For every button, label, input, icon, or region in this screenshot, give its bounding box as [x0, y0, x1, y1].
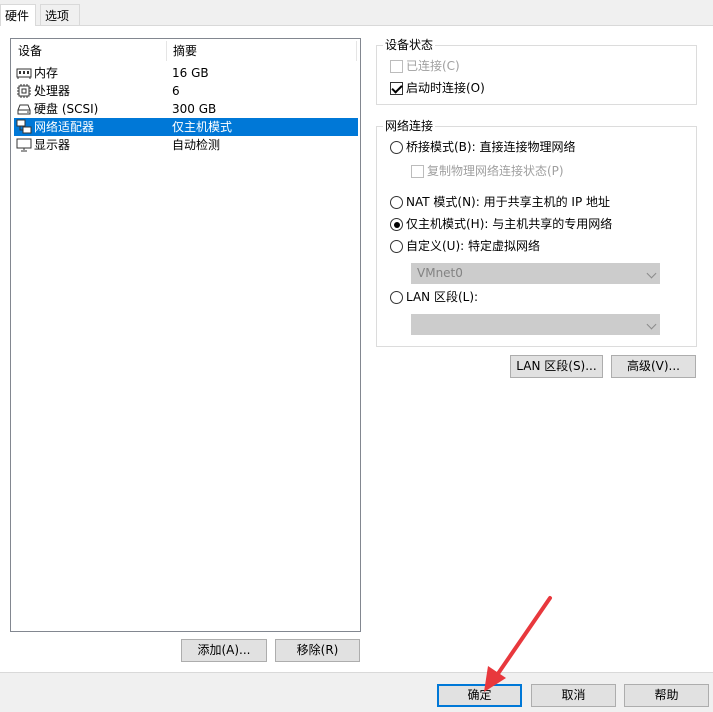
column-separator[interactable] [356, 41, 357, 61]
device-row-display[interactable]: 显示器 自动检测 [14, 136, 358, 154]
chevron-down-icon [646, 319, 657, 330]
device-row-disk[interactable]: 硬盘 (SCSI) 300 GB [14, 100, 358, 118]
lan-segments-button[interactable]: LAN 区段(S)... [510, 355, 603, 378]
tab-hardware[interactable]: 硬件 [0, 4, 36, 26]
connected-checkbox[interactable] [390, 60, 403, 73]
device-name: 处理器 [34, 84, 71, 98]
device-row-processor[interactable]: 处理器 6 [14, 82, 358, 100]
device-summary: 300 GB [172, 102, 217, 116]
device-name: 网络适配器 [34, 120, 95, 134]
device-row-network-adapter[interactable]: 网络适配器 仅主机模式 [14, 118, 358, 136]
device-summary: 16 GB [172, 66, 209, 80]
network-connection-title: 网络连接 [383, 119, 436, 133]
nat-label: NAT 模式(N): 用于共享主机的 IP 地址 [406, 195, 611, 209]
help-button[interactable]: 帮助 [624, 684, 709, 707]
custom-label: 自定义(U): 特定虚拟网络 [406, 239, 541, 253]
column-header-summary[interactable]: 摘要 [166, 39, 361, 63]
device-summary: 仅主机模式 [172, 120, 233, 134]
network-adapter-icon [16, 119, 32, 134]
custom-radio[interactable] [390, 240, 403, 253]
device-row-memory[interactable]: 内存 16 GB [14, 64, 358, 82]
custom-network-value: VMnet0 [417, 266, 463, 280]
tab-options[interactable]: 选项 [40, 4, 80, 26]
device-list[interactable]: 设备 摘要 内存 16 GB 处理器 6 硬盘 (SCSI) 300 GB 网络… [10, 38, 361, 632]
lan-segment-radio[interactable] [390, 291, 403, 304]
connected-label: 已连接(C) [406, 59, 460, 73]
host-only-radio[interactable] [390, 218, 403, 231]
annotation-arrow-icon [484, 596, 552, 692]
host-only-label: 仅主机模式(H): 与主机共享的专用网络 [406, 217, 613, 231]
connect-at-power-on-label: 启动时连接(O) [406, 81, 485, 95]
nat-radio[interactable] [390, 196, 403, 209]
lan-segment-label: LAN 区段(L): [406, 290, 479, 304]
connect-at-power-on-checkbox[interactable] [390, 82, 403, 95]
chevron-down-icon [646, 268, 657, 279]
device-name: 内存 [34, 66, 59, 80]
device-status-group: 设备状态 [376, 38, 697, 105]
lan-segment-select[interactable] [411, 314, 660, 335]
disk-icon [17, 104, 31, 115]
display-icon [16, 138, 32, 152]
replicate-state-label: 复制物理网络连接状态(P) [427, 164, 564, 178]
device-status-title: 设备状态 [383, 38, 436, 52]
advanced-button[interactable]: 高级(V)... [611, 355, 696, 378]
column-header-device[interactable]: 设备 [11, 39, 166, 63]
memory-icon [16, 68, 32, 79]
replicate-state-checkbox[interactable] [411, 165, 424, 178]
device-summary: 自动检测 [172, 138, 221, 152]
device-name: 硬盘 (SCSI) [34, 102, 99, 116]
remove-button[interactable]: 移除(R) [275, 639, 360, 662]
add-button[interactable]: 添加(A)... [181, 639, 267, 662]
device-summary: 6 [172, 84, 180, 98]
device-name: 显示器 [34, 138, 71, 152]
bridged-label: 桥接模式(B): 直接连接物理网络 [406, 140, 576, 154]
bridged-radio[interactable] [390, 141, 403, 154]
custom-network-select[interactable]: VMnet0 [411, 263, 660, 284]
processor-icon [17, 84, 31, 98]
